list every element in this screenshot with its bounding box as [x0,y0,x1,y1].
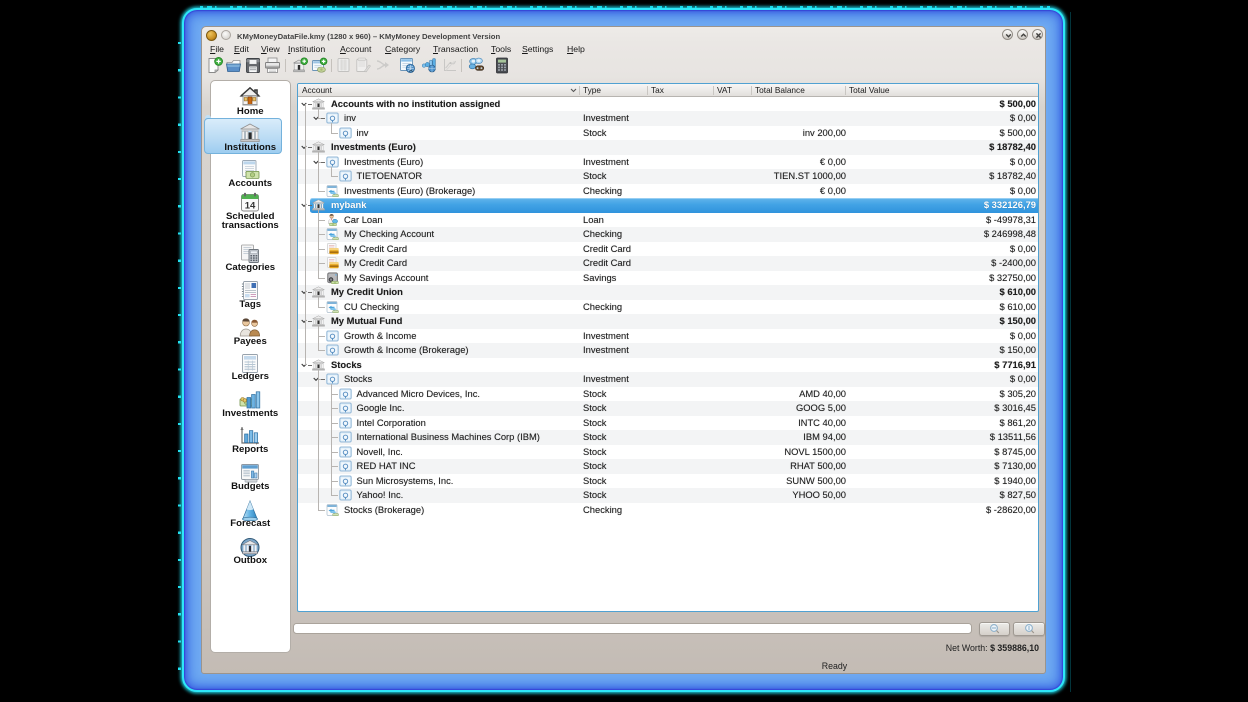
svg-text:14: 14 [245,200,256,211]
